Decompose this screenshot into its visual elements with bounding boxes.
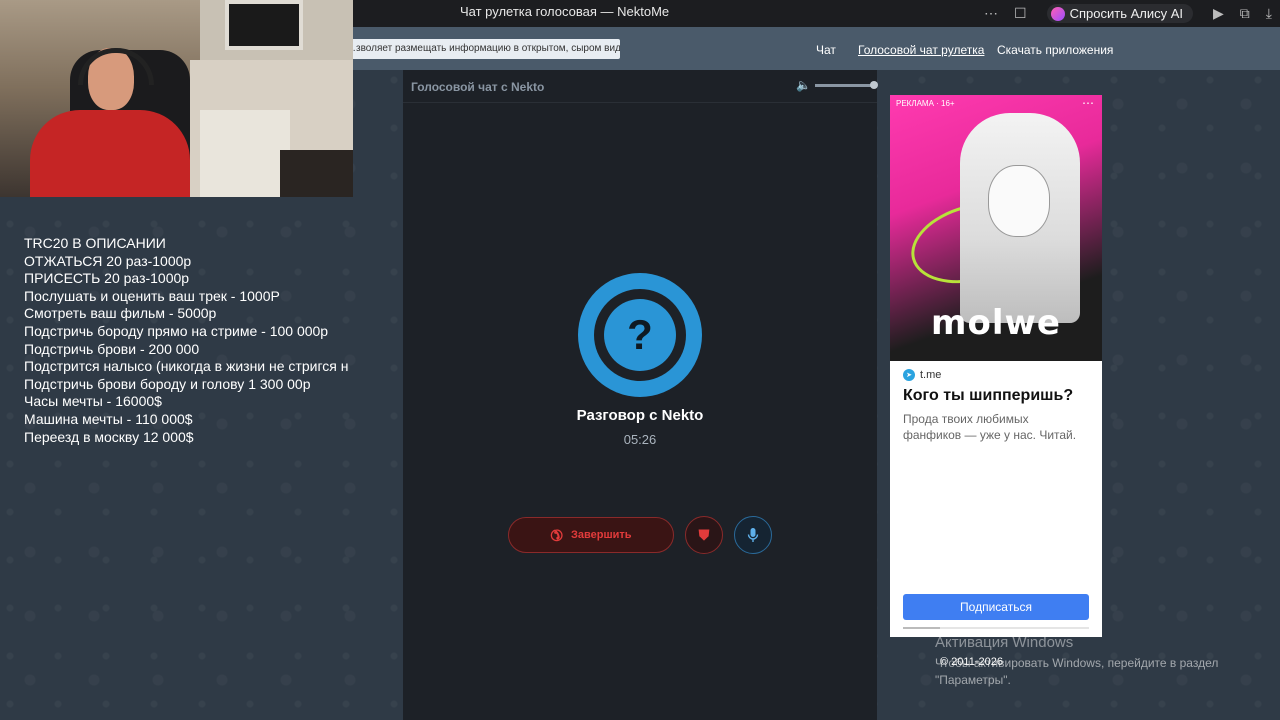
ad-brand-logo: molwe	[931, 303, 1061, 343]
subscribe-button[interactable]: Подписаться	[903, 594, 1089, 620]
partner-avatar: ?	[578, 273, 702, 397]
overlay-line: ОТЖАТЬСЯ 20 раз-1000р	[24, 252, 192, 269]
volume-control[interactable]: 🔈	[796, 78, 878, 92]
phone-hangup-icon: ✆	[545, 524, 567, 546]
ad-progress-fill	[903, 627, 941, 629]
question-mark-icon: ?	[604, 299, 676, 371]
call-timer: 05:26	[623, 432, 657, 447]
overlay-line: Переезд в москву 12 000$	[24, 428, 194, 445]
download-icon[interactable]: ⤓	[1266, 5, 1272, 22]
extensions-icon[interactable]: ⧉	[1240, 5, 1250, 22]
advertisement[interactable]: РЕКЛАМА · 16+ ⋯ molwe ➤ t.me Кого ты шип…	[890, 95, 1102, 637]
telegram-icon: ➤	[903, 369, 915, 381]
overlay-line: Послушать и оценить ваш трек - 1000Р	[24, 287, 280, 304]
overlay-line: Подстричь брови - 200 000	[24, 340, 200, 357]
ad-headline[interactable]: Кого ты шипперишь?	[903, 387, 1089, 405]
play-icon[interactable]: ▶	[1213, 5, 1224, 22]
ad-menu-icon[interactable]: ⋯	[1082, 96, 1094, 110]
volume-slider[interactable]	[814, 80, 878, 89]
overlay-line: Часы мечты - 16000$	[24, 393, 162, 410]
webcam-feed	[0, 0, 353, 197]
bookmark-icon[interactable]: ☐	[1014, 5, 1027, 22]
report-button[interactable]: ⛊	[685, 516, 723, 554]
overlay-line: Подстрится налысо (никогда в жизни не ст…	[24, 358, 349, 375]
overlay-line: Машина мечты - 110 000$	[24, 410, 193, 427]
nav-voice-chat[interactable]: Голосовой чат рулетка	[858, 43, 984, 57]
overlay-line: Смотреть ваш фильм - 5000р	[24, 305, 217, 322]
overlay-line: TRC20 В ОПИСАНИИ	[24, 235, 166, 251]
ad-domain[interactable]: ➤ t.me	[903, 369, 1089, 381]
conversation-title: Разговор с Nekto	[576, 407, 704, 424]
ad-label: РЕКЛАМА · 16+	[896, 99, 955, 108]
ad-image[interactable]: РЕКЛАМА · 16+ ⋯ molwe	[890, 95, 1102, 361]
tab-title: Чат рулетка голосовая — NektoMe	[460, 4, 670, 19]
more-icon[interactable]: ⋯	[984, 5, 998, 22]
nav-chat[interactable]: Чат	[816, 43, 836, 57]
ad-domain-text: t.me	[920, 369, 942, 381]
panel-header: Голосовой чат с Nekto 🔈	[403, 70, 878, 103]
notice-banner: …зволяет размещать информацию в открытом…	[340, 39, 620, 59]
microphone-button[interactable]	[734, 516, 772, 554]
windows-activation-title: Активация Windows	[935, 634, 1074, 651]
overlay-line: Подстричь бороду прямо на стриме - 100 0…	[24, 322, 329, 339]
overlay-line: ПРИСЕСТЬ 20 раз-1000р	[24, 270, 190, 287]
volume-slider-handle[interactable]	[869, 80, 878, 89]
ad-body: ➤ t.me Кого ты шипперишь? Прода твоих лю…	[890, 361, 1102, 451]
stream-donation-list: TRC20 В ОПИСАНИИ ОТЖАТЬСЯ 20 раз-1000р П…	[24, 235, 376, 446]
microphone-icon	[747, 528, 759, 542]
copyright: © 2011-2026	[940, 656, 1003, 668]
browser-toolbar: ⋯ ☐ Спросить Алису AI ▶ ⧉ ⤓	[976, 0, 1280, 27]
nav-download-apps[interactable]: Скачать приложения	[997, 43, 1113, 57]
panel-title: Голосовой чат с Nekto	[411, 80, 545, 94]
alice-icon	[1050, 6, 1065, 21]
overlay-line: Подстричь брови бороду и голову 1 300 00…	[24, 375, 311, 392]
ask-alice-label: Спросить Алису AI	[1069, 6, 1184, 21]
end-call-button[interactable]: ✆ Завершить	[508, 517, 674, 553]
end-call-label: Завершить	[571, 529, 632, 541]
voice-chat-panel: Голосовой чат с Nekto 🔈 ? Разговор с Nek…	[403, 70, 878, 720]
ad-progress	[903, 627, 1089, 629]
ad-description: Прода твоих любимых фанфиков — уже у нас…	[903, 412, 1077, 442]
ask-alice-button[interactable]: Спросить Алису AI	[1046, 4, 1194, 23]
shield-icon: ⛊	[698, 526, 710, 544]
speaker-icon: 🔈	[796, 78, 811, 92]
